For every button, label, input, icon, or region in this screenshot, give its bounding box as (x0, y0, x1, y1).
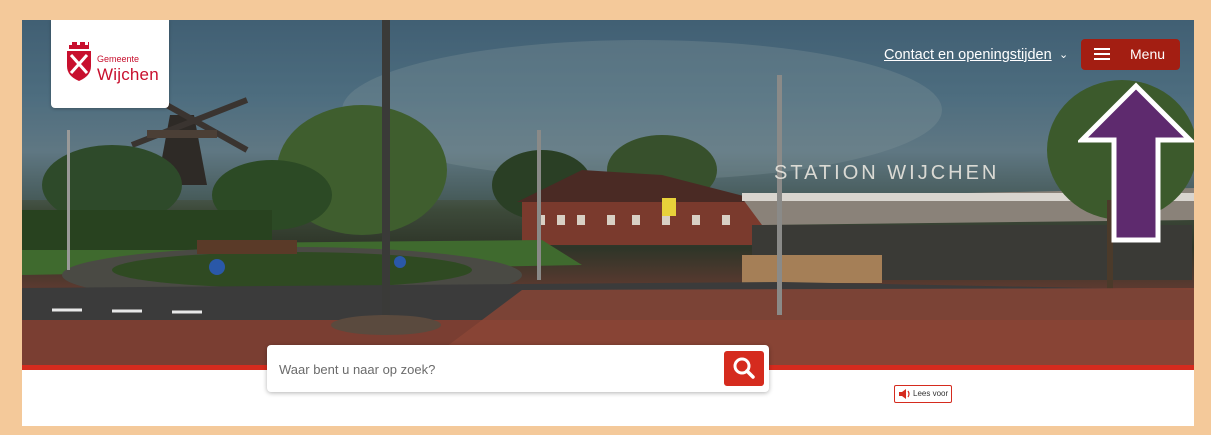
hamburger-icon (1094, 48, 1110, 61)
logo-line-2: Wijchen (97, 65, 159, 84)
speaker-icon (899, 389, 910, 399)
up-arrow-icon (1078, 82, 1194, 243)
chevron-down-icon[interactable]: ⌄ (1059, 48, 1068, 61)
lees-voor-label: Lees voor (913, 389, 949, 398)
search-icon (733, 357, 755, 379)
page-viewport: STATION WIJCHEN Gemeente Wijchen Contact… (22, 20, 1194, 426)
search-button[interactable] (724, 351, 764, 386)
lees-voor-button[interactable]: Lees voor (894, 385, 952, 403)
hero-image: STATION WIJCHEN (22, 20, 1194, 365)
logo-line-1: Gemeente (97, 54, 140, 64)
site-logo[interactable]: Gemeente Wijchen (51, 20, 169, 108)
contact-openingstijden-link[interactable]: Contact en openingstijden (884, 47, 1052, 63)
search-bar (267, 345, 769, 392)
station-sign: STATION WIJCHEN (774, 162, 1000, 184)
search-input[interactable] (277, 355, 711, 383)
municipal-crest-icon (67, 42, 91, 81)
menu-button[interactable]: Menu (1081, 39, 1180, 70)
menu-label: Menu (1130, 46, 1166, 62)
